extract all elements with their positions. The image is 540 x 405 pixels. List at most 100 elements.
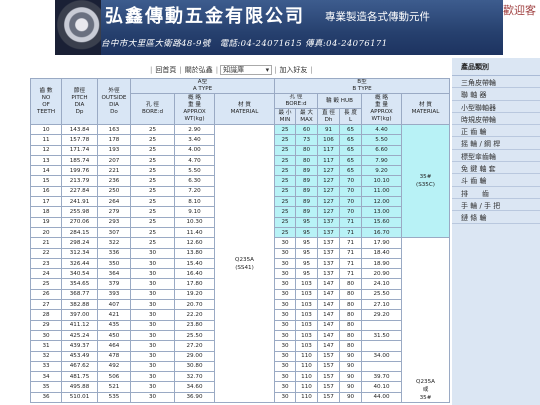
cell-bmax: 103 <box>295 329 318 342</box>
cell-wt: 9.10 <box>174 206 215 218</box>
sidebar-item[interactable]: 鏈 條 輪 <box>452 211 540 224</box>
cell-od: 336 <box>97 247 131 259</box>
cell-bore: 30 <box>130 278 175 290</box>
cell-bore: 30 <box>130 268 175 280</box>
cell-l: 90 <box>339 371 362 383</box>
cell-bmax: 89 <box>295 196 318 208</box>
sidebar-item[interactable]: 聯 軸 器 <box>452 88 540 101</box>
cell-teeth: 13 <box>30 154 62 167</box>
site-banner: 弘鑫傳動五金有限公司 專業製造各式傳動元件 台中市大里區大衛路48-9號 電話:… <box>55 0 503 55</box>
cell-dh: 106 <box>317 134 340 146</box>
cell-teeth: 14 <box>30 165 62 177</box>
cell-bmax: 103 <box>295 340 318 352</box>
cell-teeth: 30 <box>30 329 62 342</box>
sidebar-item[interactable]: 免 鍵 軸 套 <box>452 162 540 175</box>
cell-l: 90 <box>339 360 362 373</box>
cell-dh: 127 <box>317 175 340 187</box>
sidebar-item[interactable]: 斗 齒 輪 <box>452 174 540 187</box>
sidebar-item[interactable]: 三角皮帶輪 <box>452 76 540 89</box>
cell-l: 80 <box>339 299 362 311</box>
cell-bmin: 25 <box>274 226 296 239</box>
cell-wt: 27.20 <box>174 340 215 352</box>
cell-wt: 4.00 <box>174 144 215 156</box>
cell-l: 65 <box>339 144 362 156</box>
cell-l: 90 <box>339 381 362 393</box>
spec-table-body: 10 143.84 163 25 2.90 Q235A (SS41) 25 60 91 65 4.4… <box>30 123 450 404</box>
material-b2-cell: Q235A 或 35# <box>401 237 450 404</box>
cell-od: 421 <box>97 309 131 321</box>
cell-bore: 25 <box>130 165 175 177</box>
cell-bore: 30 <box>130 360 175 373</box>
col-bore-max-header: 最 大 MAX <box>295 108 318 125</box>
company-name: 弘鑫傳動五金有限公司 <box>105 6 305 27</box>
cell-dh: 147 <box>317 288 340 301</box>
knowledge-select[interactable]: 知識庫 ▾ <box>220 64 273 75</box>
cell-bmin: 25 <box>274 196 296 208</box>
cell-pitch: 213.79 <box>61 175 98 187</box>
cell-bwt: 44.00 <box>361 391 402 404</box>
top-nav: | 回首頁 | 關於弘鑫 | 知識庫 ▾ | 加入好友 | <box>150 64 313 75</box>
sidebar-item[interactable]: 手 輪 / 手 把 <box>452 199 540 212</box>
cell-wt: 23.80 <box>174 319 215 331</box>
cell-wt: 8.10 <box>174 196 215 208</box>
cell-bmax: 95 <box>295 257 318 270</box>
cell-l: 80 <box>339 309 362 321</box>
cell-wt: 32.70 <box>174 371 215 383</box>
sidebar-item[interactable]: 摇 輪 / 鋼 桿 <box>452 137 540 150</box>
cell-l: 71 <box>339 226 362 239</box>
cell-teeth: 16 <box>30 185 62 198</box>
cell-pitch: 143.84 <box>61 123 98 136</box>
cell-bwt: 16.70 <box>361 226 402 239</box>
cell-pitch: 227.84 <box>61 185 98 198</box>
cell-dh: 147 <box>317 299 340 311</box>
col-weight-header: 概 略 重 量 APPROX WT(kg) <box>174 93 215 125</box>
cell-teeth: 31 <box>30 340 62 352</box>
cell-teeth: 33 <box>30 360 62 373</box>
sidebar-item[interactable]: 時規皮帶輪 <box>452 113 540 126</box>
cell-bwt: 10.10 <box>361 175 402 187</box>
cell-bmax: 103 <box>295 319 318 331</box>
cell-bmax: 89 <box>295 165 318 177</box>
cell-bmax: 95 <box>295 268 318 280</box>
cell-bwt: 6.60 <box>361 144 402 156</box>
cell-pitch: 241.91 <box>61 196 98 208</box>
chevron-down-icon: ▾ <box>265 65 270 74</box>
company-slogan: 專業製造各式傳動元件 <box>325 11 430 23</box>
cell-l: 65 <box>339 154 362 167</box>
nav-join-link[interactable]: 加入好友 <box>276 65 310 75</box>
cell-wt: 6.30 <box>174 175 215 187</box>
cell-bmin: 30 <box>274 329 296 342</box>
nav-home-link[interactable]: 回首頁 <box>152 65 179 75</box>
cell-teeth: 36 <box>30 391 62 404</box>
cell-bwt <box>361 340 402 352</box>
cell-bmax: 110 <box>295 371 318 383</box>
cell-wt: 34.60 <box>174 381 215 393</box>
cell-l: 71 <box>339 268 362 280</box>
cell-teeth: 32 <box>30 350 62 362</box>
cell-od: 236 <box>97 175 131 187</box>
sidebar-item[interactable]: 標型傘齒輪 <box>452 150 540 163</box>
cell-wt: 4.70 <box>174 154 215 167</box>
cell-bmin: 25 <box>274 154 296 167</box>
cell-bmin: 30 <box>274 391 296 404</box>
cell-l: 71 <box>339 216 362 228</box>
nav-about-link[interactable]: 關於弘鑫 <box>182 65 216 75</box>
cell-dh: 127 <box>317 185 340 198</box>
cell-l: 70 <box>339 185 362 198</box>
cell-bwt: 34.00 <box>361 350 402 362</box>
cell-wt: 30.80 <box>174 360 215 373</box>
sidebar-item[interactable]: 正 齒 輪 <box>452 125 540 138</box>
cell-od: 435 <box>97 319 131 331</box>
sidebar-item[interactable]: 小型聯軸器 <box>452 101 540 113</box>
cell-bmax: 89 <box>295 175 318 187</box>
col-material-header: 材 質 MATERIAL <box>214 93 275 125</box>
cell-l: 90 <box>339 350 362 362</box>
cell-bmin: 30 <box>274 371 296 383</box>
cell-bore: 25 <box>130 196 175 208</box>
cell-teeth: 28 <box>30 309 62 321</box>
sidebar-item[interactable]: 排 齒 <box>452 187 540 199</box>
cell-teeth: 20 <box>30 226 62 239</box>
col-pitch-header: 節徑 PITCH DIA Dp <box>61 78 98 125</box>
cell-bwt: 40.10 <box>361 381 402 393</box>
cell-bmin: 30 <box>274 247 296 259</box>
